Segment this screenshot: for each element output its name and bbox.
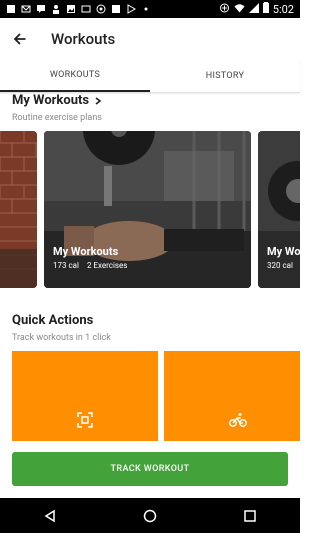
nav-home-button[interactable] (130, 501, 170, 531)
workout-card-next-title: My Wo (267, 245, 300, 258)
track-workout-button[interactable]: TRACK WORKOUT (12, 452, 288, 486)
my-workouts-subtitle: Routine exercise plans (12, 113, 102, 123)
mail-icon (21, 4, 31, 14)
workout-card-calories: 173 cal (53, 261, 79, 270)
status-time: 5:02 (272, 2, 294, 16)
quick-actions-header: Quick Actions (12, 313, 93, 328)
person-icon (51, 4, 61, 14)
tab-workouts[interactable]: WORKOUTS (0, 60, 150, 92)
nav-recents-icon (244, 509, 256, 522)
workout-card-next-info: My Wo 320 cal (267, 245, 300, 270)
scan-icon (77, 412, 93, 428)
nav-back-button[interactable] (30, 501, 70, 531)
workout-card-meta: 173 cal 2 Exercises (53, 261, 127, 270)
workout-card-exercises: 2 Exercises (86, 261, 128, 270)
brick-wall-image (0, 131, 37, 288)
bike-icon (229, 413, 247, 427)
status-bar: 5:02 (0, 0, 300, 18)
workout-card-prev[interactable] (0, 131, 37, 288)
image-icon (66, 4, 76, 14)
back-button[interactable] (0, 18, 40, 60)
quick-action-scan[interactable] (12, 351, 158, 441)
chrome-icon (96, 4, 106, 14)
quick-actions-subtitle: Track workouts in 1 click (12, 333, 111, 343)
tab-history[interactable]: HISTORY (150, 60, 300, 92)
signal-icon (248, 2, 259, 16)
quick-action-cycling[interactable] (164, 351, 300, 441)
workouts-carousel[interactable]: My Workouts 173 cal 2 Exercises My Wo 32… (0, 131, 300, 288)
chevron-right-icon (95, 96, 102, 105)
wifi-icon (234, 3, 245, 16)
mail-outline-icon (81, 4, 91, 14)
quick-actions-title: Quick Actions (12, 313, 94, 328)
nav-recents-button[interactable] (230, 501, 270, 531)
cast-icon (219, 3, 230, 16)
battery-icon (262, 2, 269, 16)
workout-card[interactable]: My Workouts 173 cal 2 Exercises (44, 131, 251, 288)
notification-icon (6, 4, 16, 14)
app-bar: Workouts (0, 18, 300, 60)
nav-home-icon (143, 509, 157, 522)
system-nav-bar (0, 498, 300, 533)
tab-bar: WORKOUTS HISTORY (0, 60, 300, 93)
workout-card-title: My Workouts (53, 245, 119, 258)
nav-back-icon (44, 509, 55, 522)
chat-icon (36, 4, 46, 14)
back-arrow-icon (13, 33, 26, 45)
my-workouts-header[interactable]: My Workouts (12, 93, 103, 108)
play-store-icon (126, 4, 136, 14)
page-title: Workouts (51, 30, 116, 48)
dot-icon (141, 4, 151, 14)
photo-icon (111, 4, 121, 14)
workout-card-info: My Workouts 173 cal 2 Exercises (53, 245, 127, 270)
workout-card-next-calories: 320 cal (267, 261, 293, 270)
workout-card-next[interactable]: My Wo 320 cal (258, 131, 300, 288)
my-workouts-title: My Workouts (12, 93, 90, 108)
